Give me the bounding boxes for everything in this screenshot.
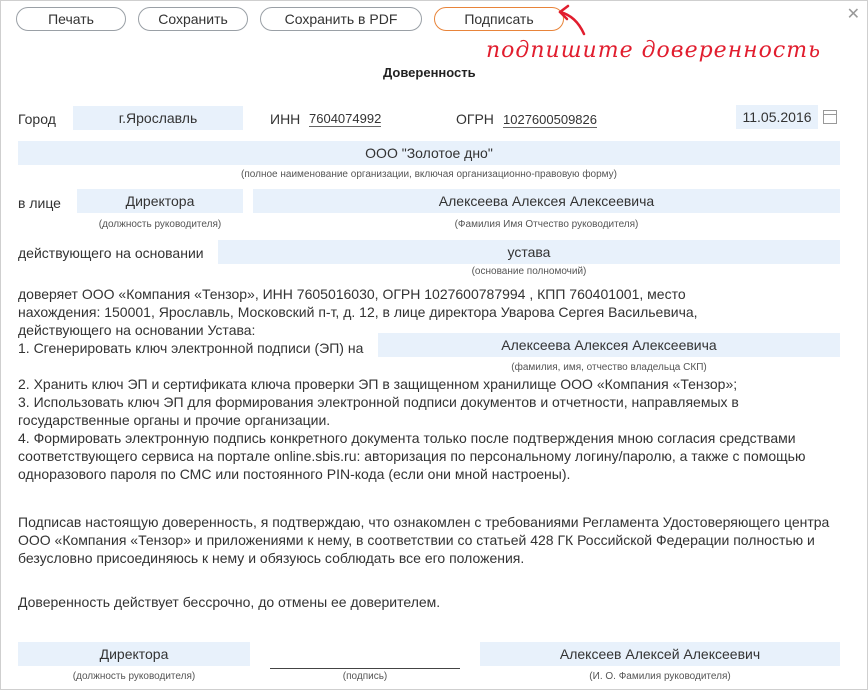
in-person-label: в лице	[18, 195, 61, 211]
position-field[interactable]: Директора	[77, 189, 243, 213]
inn-value: 7604074992	[309, 111, 382, 127]
ogrn-label: ОГРН	[456, 111, 494, 127]
print-button[interactable]: Печать	[16, 7, 126, 31]
handwritten-annotation: подпишите доверенность	[486, 38, 822, 63]
calendar-icon[interactable]	[823, 110, 837, 124]
sign-position-field[interactable]: Директора	[18, 642, 250, 666]
org-name-caption: (полное наименование организации, включа…	[241, 169, 617, 180]
key-owner-caption: (фамилия, имя, отчество владельца СКП)	[511, 362, 707, 373]
basis-caption: (основание полномочий)	[471, 266, 587, 277]
org-name-field[interactable]: ООО "Золотое дно"	[18, 141, 840, 165]
acceptance-paragraph: Подписав настоящую доверенность, я подтв…	[18, 514, 830, 566]
trustee-paragraph: доверяет ООО «Компания «Тензор», ИНН 760…	[18, 286, 698, 338]
sign-name-caption: (И. О. Фамилия руководителя)	[589, 671, 731, 682]
items-paragraph: 2. Хранить ключ ЭП и сертификата ключа п…	[18, 376, 806, 482]
sign-button[interactable]: Подписать	[434, 7, 564, 31]
key-owner-field[interactable]: Алексеева Алексея Алексеевича	[378, 333, 840, 357]
save-pdf-button[interactable]: Сохранить в PDF	[260, 7, 422, 31]
inn-label: ИНН	[270, 111, 301, 127]
basis-field[interactable]: устава	[218, 240, 840, 264]
basis-label: действующего на основании	[18, 245, 204, 261]
city-label: Город	[18, 111, 56, 127]
sign-position-caption: (должность руководителя)	[72, 671, 196, 682]
date-field[interactable]: 11.05.2016	[736, 105, 818, 129]
document-title: Доверенность	[383, 65, 476, 80]
ogrn-value: 1027600509826	[503, 112, 597, 128]
signature-line	[270, 668, 460, 669]
signature-caption: (подпись)	[342, 671, 388, 682]
item1-label: 1. Сгенерировать ключ электронной подпис…	[18, 340, 364, 356]
close-icon[interactable]: ✕	[847, 4, 860, 24]
head-name-field[interactable]: Алексеева Алексея Алексеевича	[253, 189, 840, 213]
position-caption: (должность руководителя)	[98, 219, 222, 230]
validity-paragraph: Доверенность действует бессрочно, до отм…	[18, 594, 441, 610]
head-name-caption: (Фамилия Имя Отчество руководителя)	[454, 219, 639, 230]
arrow-annotation-icon	[558, 4, 586, 36]
sign-name-field[interactable]: Алексеев Алексей Алексеевич	[480, 642, 840, 666]
save-button[interactable]: Сохранить	[138, 7, 248, 31]
city-field[interactable]: г.Ярославль	[73, 106, 243, 130]
